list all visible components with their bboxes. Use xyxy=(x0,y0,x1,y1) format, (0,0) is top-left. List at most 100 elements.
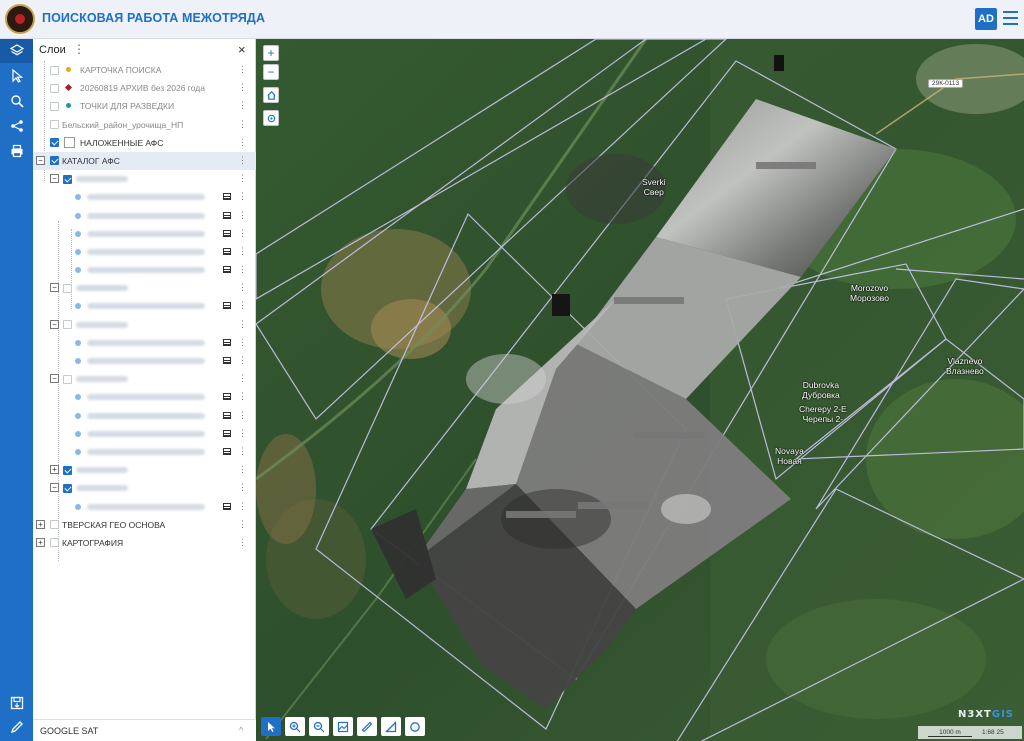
share-icon[interactable] xyxy=(0,114,33,138)
chevron-up-icon[interactable]: ^ xyxy=(239,725,243,735)
zoom-in-button[interactable]: + xyxy=(263,45,279,61)
attribute-table-icon[interactable] xyxy=(223,357,231,364)
layer-menu-icon[interactable]: ⋮ xyxy=(238,482,247,493)
layer-group-row[interactable]: − ⋮ xyxy=(33,170,256,188)
layer-child-row[interactable]: ⋮ xyxy=(33,334,256,352)
layer-menu-icon[interactable]: ⋮ xyxy=(238,100,247,111)
layer-row-cartography[interactable]: + КАРТОГРАФИЯ ⋮ xyxy=(33,534,256,552)
attribute-table-icon[interactable] xyxy=(223,502,231,510)
layer-menu-icon[interactable]: ⋮ xyxy=(238,446,247,457)
layer-menu-icon[interactable]: ⋮ xyxy=(238,173,247,184)
layer-child-row[interactable]: ⋮ xyxy=(33,388,256,406)
layer-child-row[interactable]: ⋮ xyxy=(33,243,256,261)
attribute-table-icon[interactable] xyxy=(223,266,231,274)
attribute-table-icon[interactable] xyxy=(223,429,231,437)
attribute-table-icon[interactable] xyxy=(223,447,231,455)
layer-checkbox[interactable] xyxy=(50,101,59,111)
layer-row-belsky[interactable]: Бельский_район_урочища_НП ⋮ xyxy=(33,116,256,134)
layer-child-row[interactable]: ⋮ xyxy=(33,207,256,225)
layer-menu-icon[interactable]: ⋮ xyxy=(238,119,247,130)
layer-child-row[interactable]: ⋮ xyxy=(33,297,256,315)
layer-checkbox[interactable] xyxy=(50,520,59,530)
layer-menu-icon[interactable]: ⋮ xyxy=(238,64,247,75)
measure-area-button[interactable] xyxy=(381,717,401,736)
layer-menu-icon[interactable]: ⋮ xyxy=(238,537,247,548)
layer-menu-icon[interactable]: ⋮ xyxy=(238,464,247,475)
layer-checkbox[interactable] xyxy=(50,156,59,166)
layer-menu-icon[interactable]: ⋮ xyxy=(238,391,247,402)
zoom-out-button[interactable]: − xyxy=(263,64,279,80)
layer-checkbox[interactable] xyxy=(63,465,72,475)
layer-row-afs-catalog[interactable]: − КАТАЛОГ АФС ⋮ xyxy=(33,151,256,171)
layer-menu-icon[interactable]: ⋮ xyxy=(238,246,247,257)
layer-menu-icon[interactable]: ⋮ xyxy=(238,191,247,202)
collapse-icon[interactable]: − xyxy=(50,283,59,293)
attribute-table-icon[interactable] xyxy=(223,393,231,401)
layer-checkbox[interactable] xyxy=(63,483,72,493)
map-view[interactable]: 29К-0113 Sverki Свер Morozovo Морозово Vla… xyxy=(256,39,1024,741)
attribute-table-icon[interactable] xyxy=(223,247,231,255)
layer-row-recon-points[interactable]: ТОЧКИ ДЛЯ РАЗВЕДКИ ⋮ xyxy=(33,97,256,115)
layer-checkbox[interactable] xyxy=(50,538,59,548)
layer-menu-icon[interactable]: ⋮ xyxy=(238,300,247,311)
attribute-table-icon[interactable] xyxy=(223,411,231,419)
layer-child-row[interactable]: ⋮ xyxy=(33,443,256,461)
layer-menu-icon[interactable]: ⋮ xyxy=(238,428,247,439)
cursor-icon[interactable] xyxy=(0,64,33,88)
expand-icon[interactable]: + xyxy=(50,465,59,475)
layer-row-tver-geo[interactable]: + ТВЕРСКАЯ ГЕО ОСНОВА ⋮ xyxy=(33,516,256,534)
layer-menu-icon[interactable]: ⋮ xyxy=(238,319,247,330)
save-icon[interactable] xyxy=(0,691,33,715)
zoom-in-tool-button[interactable] xyxy=(285,717,305,736)
layer-menu-icon[interactable]: ⋮ xyxy=(238,410,247,421)
edit-icon[interactable] xyxy=(0,715,33,739)
layer-checkbox[interactable] xyxy=(50,138,59,148)
close-icon[interactable]: × xyxy=(238,42,246,57)
layer-group-row[interactable]: + ⋮ xyxy=(33,461,256,479)
user-avatar-button[interactable]: AD xyxy=(975,8,997,30)
select-tool-button[interactable] xyxy=(261,717,281,736)
locate-button[interactable] xyxy=(263,110,279,126)
print-icon[interactable] xyxy=(0,139,33,163)
layer-child-row[interactable]: ⋮ xyxy=(33,425,256,443)
layer-row-search-card[interactable]: КАРТОЧКА ПОИСКА ⋮ xyxy=(33,61,256,79)
layer-group-row[interactable]: − ⋮ xyxy=(33,316,256,334)
layer-row-overlaid-afs[interactable]: НАЛОЖЕННЫЕ АФС ⋮ xyxy=(33,134,256,152)
layer-child-row[interactable]: ⋮ xyxy=(33,352,256,370)
circle-tool-button[interactable] xyxy=(405,717,425,736)
layer-menu-icon[interactable]: ⋮ xyxy=(238,137,247,148)
collapse-icon[interactable]: − xyxy=(50,483,59,493)
attribute-table-icon[interactable] xyxy=(223,338,231,346)
collapse-icon[interactable]: − xyxy=(50,319,59,329)
layer-group-row[interactable]: − ⋮ xyxy=(33,370,256,388)
hamburger-menu-icon[interactable] xyxy=(1003,11,1018,25)
expand-icon[interactable]: + xyxy=(36,537,45,547)
layer-group-row[interactable]: − ⋮ xyxy=(33,479,256,497)
layer-menu-icon[interactable]: ⋮ xyxy=(238,501,247,512)
layer-menu-icon[interactable]: ⋮ xyxy=(238,373,247,384)
layer-child-row[interactable]: ⋮ xyxy=(33,407,256,425)
attribute-table-icon[interactable] xyxy=(223,211,231,219)
attribute-table-icon[interactable] xyxy=(223,229,231,237)
panel-menu-icon[interactable]: ⋮ xyxy=(73,42,85,56)
basemap-selector[interactable]: GOOGLE SAT ^ xyxy=(33,719,256,741)
layer-child-row[interactable]: ⋮ xyxy=(33,498,256,516)
collapse-icon[interactable]: − xyxy=(50,174,59,184)
attribute-table-icon[interactable] xyxy=(223,302,231,310)
layer-menu-icon[interactable]: ⋮ xyxy=(238,337,247,348)
layer-menu-icon[interactable]: ⋮ xyxy=(238,228,247,239)
layer-menu-icon[interactable]: ⋮ xyxy=(238,355,247,366)
collapse-icon[interactable]: − xyxy=(36,155,45,165)
layer-checkbox[interactable] xyxy=(50,120,59,130)
layer-menu-icon[interactable]: ⋮ xyxy=(238,82,247,93)
layer-checkbox[interactable] xyxy=(63,174,72,184)
home-extent-button[interactable] xyxy=(263,87,279,103)
expand-icon[interactable]: + xyxy=(36,519,45,529)
zoom-out-tool-button[interactable] xyxy=(309,717,329,736)
measure-distance-button[interactable] xyxy=(357,717,377,736)
layer-menu-icon[interactable]: ⋮ xyxy=(238,282,247,293)
collapse-icon[interactable]: − xyxy=(50,374,59,384)
layer-menu-icon[interactable]: ⋮ xyxy=(238,210,247,221)
identify-tool-button[interactable] xyxy=(333,717,353,736)
attribute-table-icon[interactable] xyxy=(223,193,231,201)
